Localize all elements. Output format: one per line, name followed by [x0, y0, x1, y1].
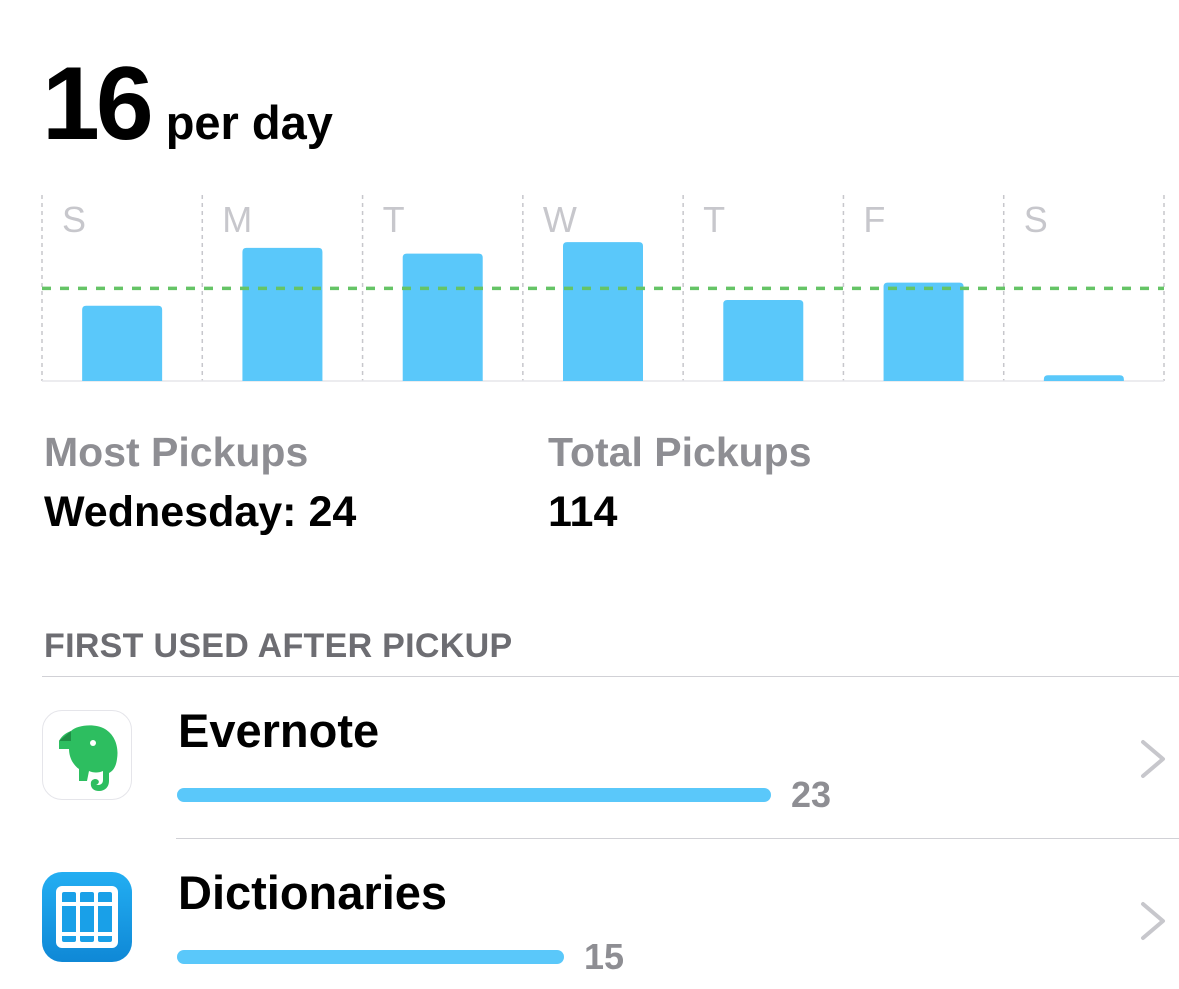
day-tick-label: S: [1024, 199, 1048, 240]
pickup-bar: [82, 305, 163, 381]
day-tick-label: T: [383, 199, 405, 240]
chevron-right-icon[interactable]: [1138, 737, 1168, 781]
usage-count-dictionaries: 15: [584, 936, 625, 977]
day-tick-label: W: [543, 199, 577, 240]
chevron-right-icon[interactable]: [1138, 899, 1168, 943]
usage-count-evernote: 23: [791, 774, 832, 815]
day-tick-label: T: [703, 199, 725, 240]
total-pickups-label: Total Pickups: [548, 429, 812, 475]
day-tick-label: S: [62, 199, 86, 240]
pickup-bar: [563, 242, 643, 381]
evernote-elephant-icon: [42, 710, 132, 800]
day-tick-label: M: [222, 199, 252, 240]
most-pickups-label: Most Pickups: [44, 429, 309, 475]
pickup-bar: [402, 253, 483, 381]
app-row-dictionaries[interactable]: Dictionaries 15: [0, 839, 1179, 989]
app-name-dictionaries: Dictionaries: [178, 866, 448, 919]
daily-average-value: 16: [42, 46, 154, 162]
pickups-bar-chart: SMTWTFS: [41, 195, 1165, 382]
usage-bar-evernote: [177, 788, 771, 802]
total-pickups-value: 114: [548, 488, 618, 536]
usage-bar-dictionaries: [177, 950, 564, 964]
screen-time-pickups-view: 16 per day S M T W T F S Most Pickups Wednesda…: [0, 0, 1179, 989]
pickup-bar: [242, 247, 323, 381]
pickup-bar: [723, 299, 804, 381]
total-pickups-stat: Total Pickups 114: [548, 428, 812, 538]
pickup-bar: [1043, 375, 1124, 381]
app-row-evernote[interactable]: Evernote 23: [0, 677, 1179, 837]
first-used-section-header: FIRST USED AFTER PICKUP: [44, 627, 513, 665]
most-pickups-value: Wednesday: 24: [44, 488, 357, 536]
daily-average-unit: per day: [165, 96, 333, 149]
dictionaries-books-icon: [42, 872, 132, 962]
app-name-evernote: Evernote: [178, 704, 380, 757]
daily-average-headline: 16 per day: [42, 52, 333, 156]
day-tick-label: F: [863, 199, 885, 240]
most-pickups-stat: Most Pickups Wednesday: 24: [44, 428, 356, 538]
pickup-bar: [883, 282, 964, 381]
